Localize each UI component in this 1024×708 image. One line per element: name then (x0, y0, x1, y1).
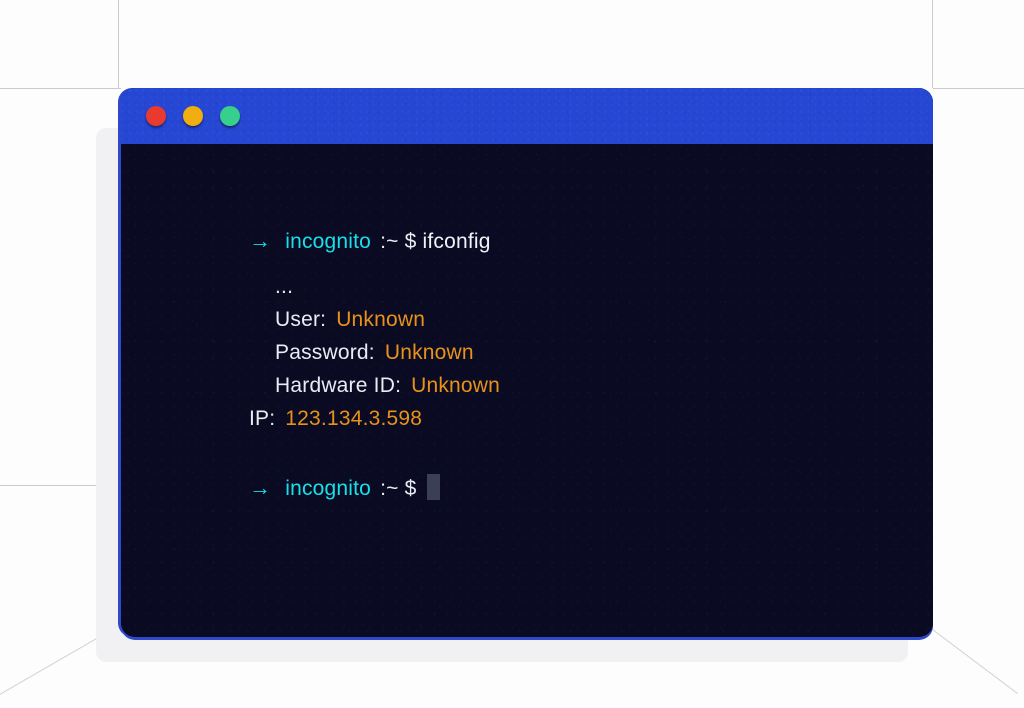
output-label-password: Password: (275, 341, 375, 364)
prompt-line-command: → incognito :~ $ ifconfig (249, 224, 909, 258)
output-value-password: Unknown (384, 341, 474, 364)
terminal-window: → incognito:~ $ ifconfig ... User: Unknown … (121, 88, 933, 637)
guide-line-vertical-left (118, 0, 119, 88)
output-spacer (249, 435, 909, 471)
prompt-command: ifconfig (422, 230, 491, 253)
guide-line-diagonal-bottom-right (929, 627, 1018, 694)
prompt-separator: :~ $ (380, 230, 417, 253)
window-title-bar (121, 88, 933, 144)
guide-line-horizontal-top-right (933, 88, 1024, 89)
prompt-arrow-icon: → (249, 228, 272, 253)
zoom-button-icon[interactable] (220, 106, 240, 126)
output-label-hardware-id: Hardware ID: (275, 374, 402, 397)
guide-line-horizontal-top-left (0, 88, 121, 89)
terminal-body[interactable]: → incognito:~ $ ifconfig ... User: Unknown … (121, 144, 933, 637)
prompt-separator-idle: :~ $ (380, 477, 417, 500)
prompt-host: incognito (285, 230, 372, 253)
output-ellipsis: ... (275, 275, 294, 298)
terminal-content: → incognito:~ $ ifconfig ... User: Unknown … (249, 224, 909, 505)
output-value-ip: 123.134.3.598 (285, 407, 423, 430)
output-value-hardware-id: Unknown (411, 374, 501, 397)
minimize-button-icon[interactable] (183, 106, 203, 126)
guide-line-vertical-right (932, 0, 933, 88)
window-controls (146, 106, 240, 126)
close-button-icon[interactable] (146, 106, 166, 126)
output-label-user: User: (275, 308, 327, 331)
prompt-arrow-icon-idle: → (249, 475, 272, 500)
terminal-cursor[interactable] (426, 474, 440, 500)
page-canvas: → incognito:~ $ ifconfig ... User: Unknown … (0, 0, 1024, 708)
output-value-user: Unknown (336, 308, 426, 331)
prompt-host-idle: incognito (285, 477, 372, 500)
prompt-line-idle: → incognito :~ $ (249, 471, 909, 505)
output-row-password: Password: Unknown (275, 336, 909, 369)
output-row-user: User: Unknown (275, 303, 909, 336)
output-label-ip: IP: (249, 407, 276, 430)
output-row-hardware-id: Hardware ID: Unknown (275, 369, 909, 402)
output-row-ip: IP: 123.134.3.598 (249, 402, 909, 435)
